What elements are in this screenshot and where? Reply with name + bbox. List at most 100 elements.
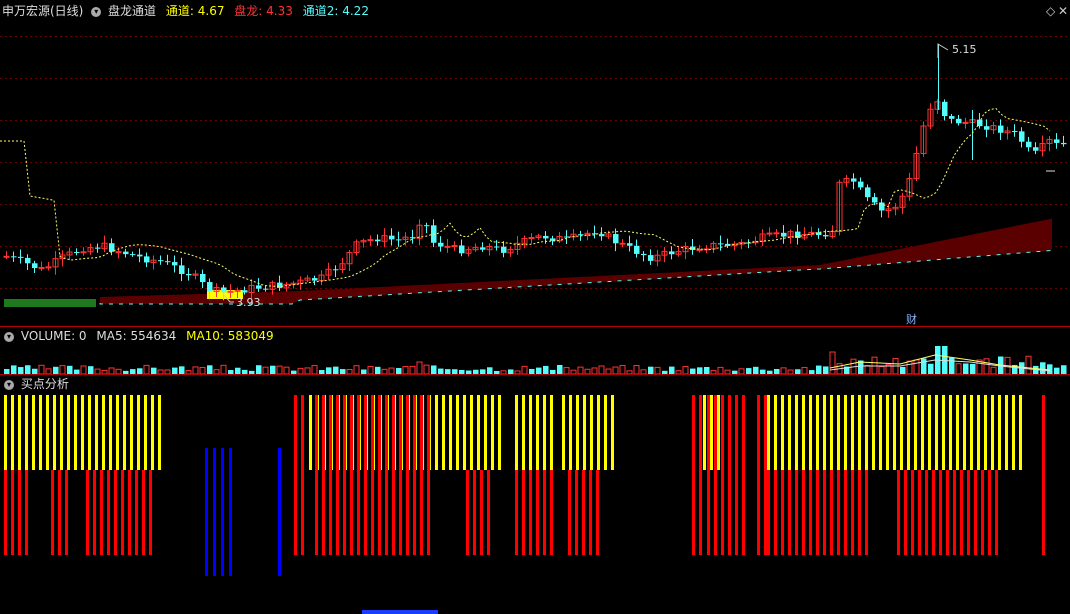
indicator-menu-icon[interactable]: ▾ [91,6,102,17]
signal-bar [942,395,945,470]
candle-body [1019,131,1025,142]
volume-bar [669,366,675,374]
volume-bar [270,365,276,374]
volume-menu-icon[interactable]: ▾ [4,331,14,342]
volume-bar [557,365,563,374]
signal-bar [981,470,984,555]
candle-body [389,235,395,240]
volume-bar [326,367,332,374]
signal-bar [865,470,868,555]
signal-bar [550,470,553,555]
volume-bar [409,365,416,375]
signal-bar [309,395,312,470]
candle-body [137,254,143,257]
channel2-label: 通道2: [302,4,339,18]
signal-bar [897,470,900,555]
signal-bar [844,470,847,555]
volume-bar [179,366,185,374]
signal-bar [914,395,917,470]
stock-title: 申万宏源(日线) [2,4,84,18]
candle-body [95,247,101,249]
signal-bar [130,395,133,470]
signal-bar [515,470,518,555]
volume-bar [38,364,45,375]
volume-bar [983,358,990,375]
candle-body [200,273,206,283]
signal-bar [590,395,593,470]
signal-bar [278,448,281,576]
signal-bar [568,470,571,555]
signal-bar [802,395,805,470]
candle-body [38,266,45,269]
signal-bar [53,395,56,470]
signal-bar [107,470,110,555]
candle-body [578,234,584,236]
panlong-label: 盘龙: [234,4,263,18]
signal-menu-icon[interactable]: ▾ [4,379,14,390]
signal-bar [473,470,476,555]
volume-bar [648,366,654,374]
signal-bar [95,395,98,470]
candle-body [781,232,787,237]
signal-bar [714,395,717,555]
volume-bar [256,365,262,374]
signal-bar [343,395,346,555]
signal-bar [371,395,374,555]
candle-body [32,263,38,269]
signal-bar [491,395,494,470]
signal-bar [611,395,614,470]
high-price-label: 5.15 [952,43,977,56]
signal-bar [449,395,452,470]
x-icon[interactable]: ✕ [1058,4,1068,18]
signal-bar [58,470,61,555]
volume-bar [311,365,318,375]
volume-header: ▾ VOLUME: 0 MA5: 554634 MA10: 583049 [0,327,274,345]
signal-bar [4,395,7,470]
candle-body [80,251,87,254]
candle-body [1026,141,1032,148]
candle-body [1061,142,1067,145]
signal-bar [939,470,942,555]
volume-bar [543,365,549,374]
signal-bar [427,395,430,555]
signal-bar [18,470,21,555]
signal-bar [809,470,812,555]
candle-body [186,273,192,276]
signal-bar [767,470,770,555]
candle-body [851,178,857,182]
signal-bar [67,395,70,470]
signal-bar [4,470,7,555]
candle-body [962,121,969,124]
candle-body [242,290,248,293]
signal-bar [529,470,532,555]
signal-bar [93,470,96,555]
channel-band [4,218,1053,307]
signal-bar [550,395,553,470]
volume-bar [682,366,689,375]
volume-bar [633,365,640,375]
signal-bar [907,395,910,470]
annotations: 5.15 3.93 财 [223,43,1055,326]
signal-bar [774,395,777,470]
signal-bar [378,395,381,555]
candle-body [179,265,185,274]
signal-bar [597,395,600,470]
volume-bar [11,365,17,374]
signal-bar [583,395,586,470]
scroll-indicator[interactable] [362,610,438,614]
signal-bar [721,395,724,555]
volume-bar [949,357,955,374]
signal-bar [536,395,539,470]
signal-bar [74,395,77,470]
diamond-icon[interactable]: ◇ [1046,4,1055,18]
volume-bar [619,365,626,375]
indicator-name[interactable]: 盘龙通道 [108,4,156,18]
signal-bar [830,395,833,470]
signal-bar [128,470,131,555]
signal-bar [977,395,980,470]
signal-bar [158,395,161,470]
finance-marker[interactable]: 财 [906,312,917,326]
signal-bar [32,395,35,470]
volume-bar [521,365,528,375]
signal-bar [1005,395,1008,470]
